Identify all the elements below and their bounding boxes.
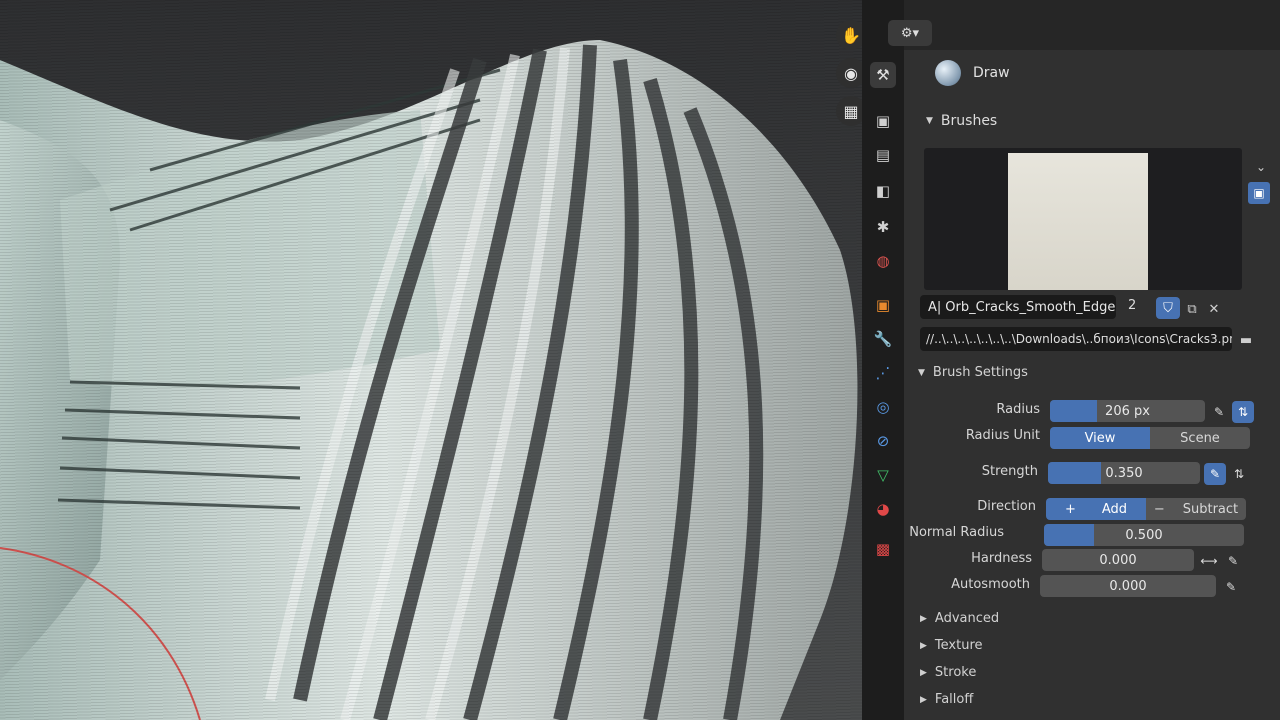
properties-tabs: ⚒ ▣ ▤ ◧ ✱ ◍ ▣ 🔧 ⋰ ◎ ⊘ ▽ ◕ ▩	[862, 0, 904, 720]
radius-unit-toggle[interactable]: View Scene	[1050, 427, 1250, 449]
strength-label: Strength	[981, 464, 1038, 479]
properties-header	[904, 0, 1280, 50]
strength-slider[interactable]: 0.350	[1048, 462, 1200, 484]
radius-unified-icon[interactable]: ⇅	[1232, 401, 1254, 423]
radius-slider[interactable]: 206 px	[1050, 400, 1205, 422]
radius-unit-label: Radius Unit	[965, 428, 1040, 443]
strength-pressure-icon[interactable]: ✎	[1204, 463, 1226, 485]
texture-label: Texture	[934, 638, 983, 653]
normal-radius-label: Normal Radius	[909, 525, 1004, 540]
brush-settings-panel-header[interactable]: ▼ Brush Settings	[918, 365, 1028, 380]
render-icon[interactable]: ▣	[870, 108, 896, 134]
add-symbol: +	[1064, 501, 1076, 517]
autosmooth-label: Autosmooth	[951, 577, 1030, 592]
collapsed-icon: ▶	[920, 694, 927, 705]
fake-user-shield-icon[interactable]: ⛉	[1156, 297, 1180, 319]
stroke-label: Stroke	[934, 665, 977, 680]
direction-add-label: Add	[1101, 501, 1128, 517]
particles-icon[interactable]: ⋰	[870, 360, 896, 386]
close-icon[interactable]: ✕	[1204, 298, 1224, 320]
expand-icon: ▼	[926, 116, 933, 126]
collapsed-icon: ▶	[920, 640, 927, 651]
advanced-label: Advanced	[934, 611, 1000, 626]
object-icon[interactable]: ▣	[870, 292, 896, 318]
falloff-label: Falloff	[934, 692, 974, 707]
direction-add[interactable]: + Add	[1046, 498, 1146, 520]
texture-panel-header[interactable]: ▶ Texture	[920, 638, 983, 653]
draw-brush-icon	[935, 60, 961, 86]
hardness-pressure-icon[interactable]: ✎	[1222, 550, 1244, 572]
falloff-panel-header[interactable]: ▶ Falloff	[920, 692, 973, 707]
radius-unit-view[interactable]: View	[1050, 427, 1150, 449]
brush-icon-settings-button[interactable]: ▣	[1248, 182, 1270, 204]
view-layer-icon[interactable]: ◧	[870, 178, 896, 204]
autosmooth-value: 0.000	[1109, 578, 1147, 594]
autosmooth-pressure-icon[interactable]: ✎	[1220, 576, 1242, 598]
editor-type-button[interactable]: ⚙▾	[888, 20, 932, 46]
direction-label: Direction	[977, 499, 1036, 514]
hardness-value: 0.000	[1099, 552, 1137, 568]
radius-label: Radius	[996, 402, 1040, 417]
normal-radius-value: 0.500	[1125, 527, 1163, 543]
brushes-panel-header[interactable]: ▼ Brushes	[926, 113, 997, 129]
editor-type-icon: ⚙▾	[900, 25, 920, 41]
expand-icon: ▼	[918, 367, 925, 378]
tool-name: Draw	[973, 65, 1010, 81]
autosmooth-slider[interactable]: 0.000	[1040, 575, 1216, 597]
direction-toggle[interactable]: + Add − Subtract	[1046, 498, 1246, 520]
subtract-symbol: −	[1153, 501, 1165, 517]
radius-pressure-icon[interactable]: ✎	[1208, 401, 1230, 423]
normal-radius-slider[interactable]: 0.500	[1044, 524, 1244, 546]
chevron-down-icon[interactable]: ⌄	[1250, 156, 1272, 178]
brushes-heading: Brushes	[940, 113, 998, 129]
advanced-panel-header[interactable]: ▶ Advanced	[920, 611, 999, 626]
folder-icon[interactable]: ▬	[1236, 329, 1256, 351]
hardness-label: Hardness	[971, 551, 1032, 566]
collapsed-icon: ▶	[920, 667, 927, 678]
direction-subtract[interactable]: − Subtract	[1146, 498, 1246, 520]
duplicate-icon[interactable]: ⧉	[1182, 298, 1202, 320]
brush-settings-heading: Brush Settings	[932, 365, 1028, 380]
brush-user-count[interactable]: 2	[1128, 298, 1136, 313]
radius-unit-scene[interactable]: Scene	[1150, 427, 1250, 449]
modifier-icon[interactable]: 🔧	[870, 326, 896, 352]
stroke-panel-header[interactable]: ▶ Stroke	[920, 665, 976, 680]
brush-name-field[interactable]: A| Orb_Cracks_Smooth_Edge	[920, 295, 1116, 319]
collapsed-icon: ▶	[920, 613, 927, 624]
active-tool[interactable]: Draw	[935, 60, 1010, 86]
hardness-invert-icon[interactable]: ⟷	[1198, 550, 1220, 572]
texture-path-text: //..\..\..\..\..\..\..\Downloads\..бпоиз…	[926, 332, 1232, 346]
output-icon[interactable]: ▤	[870, 142, 896, 168]
scene-icon[interactable]: ✱	[870, 214, 896, 240]
hardness-slider[interactable]: 0.000	[1042, 549, 1194, 571]
strength-unified-icon[interactable]: ⇅	[1228, 463, 1250, 485]
direction-subtract-label: Subtract	[1182, 501, 1239, 517]
strength-value: 0.350	[1105, 465, 1143, 481]
3d-viewport[interactable]	[0, 0, 880, 720]
brush-name-prefix: A|	[928, 299, 942, 315]
texture-path-field[interactable]: //..\..\..\..\..\..\..\Downloads\..бпоиз…	[920, 327, 1232, 351]
radius-value: 206 px	[1105, 403, 1150, 419]
brush-texture-thumbnail	[1008, 153, 1148, 290]
tool-icon[interactable]: ⚒	[870, 62, 896, 88]
world-icon[interactable]: ◍	[870, 248, 896, 274]
brush-name-text: Orb_Cracks_Smooth_Edge	[945, 299, 1116, 315]
sculpt-mesh	[0, 0, 880, 720]
